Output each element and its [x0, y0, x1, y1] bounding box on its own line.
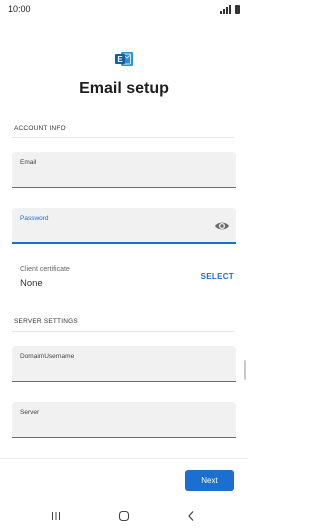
domain-username-field-underline [12, 381, 236, 382]
battery-icon [235, 5, 240, 14]
section-header-server-settings: SERVER SETTINGS [14, 318, 78, 325]
footer-divider [0, 458, 248, 459]
server-field-underline [12, 437, 236, 438]
server-field[interactable]: Server [12, 402, 236, 438]
svg-text:E: E [117, 55, 123, 64]
password-field-label: Password [20, 215, 49, 222]
section-divider [12, 331, 234, 332]
email-field-underline [12, 187, 236, 188]
domain-username-field[interactable]: Domain\Username [12, 346, 236, 382]
password-field-underline [12, 242, 236, 244]
back-icon[interactable] [181, 509, 201, 523]
eye-icon[interactable] [214, 219, 230, 231]
status-bar: 10:00 [0, 0, 248, 20]
exchange-logo-icon: E [114, 50, 134, 68]
status-time: 10:00 [8, 4, 31, 14]
page-title: Email setup [79, 80, 169, 97]
section-divider [12, 137, 234, 138]
next-button[interactable]: Next [185, 470, 234, 491]
recent-apps-icon[interactable] [46, 509, 66, 523]
email-field[interactable]: Email [12, 152, 236, 188]
server-field-label: Server [20, 409, 40, 416]
password-field[interactable]: Password [12, 208, 236, 244]
client-certificate-label: Client certificate [20, 266, 70, 273]
navigation-bar [0, 503, 248, 531]
scrollbar[interactable] [244, 360, 246, 380]
domain-username-field-label: Domain\Username [20, 353, 75, 360]
email-field-label: Email [20, 159, 37, 166]
status-icons [220, 4, 240, 14]
section-header-account-info: ACCOUNT INFO [14, 125, 66, 132]
select-certificate-button[interactable]: SELECT [201, 272, 234, 281]
home-icon[interactable] [114, 509, 134, 523]
client-certificate-value: None [20, 278, 43, 289]
signal-icon [220, 5, 231, 14]
